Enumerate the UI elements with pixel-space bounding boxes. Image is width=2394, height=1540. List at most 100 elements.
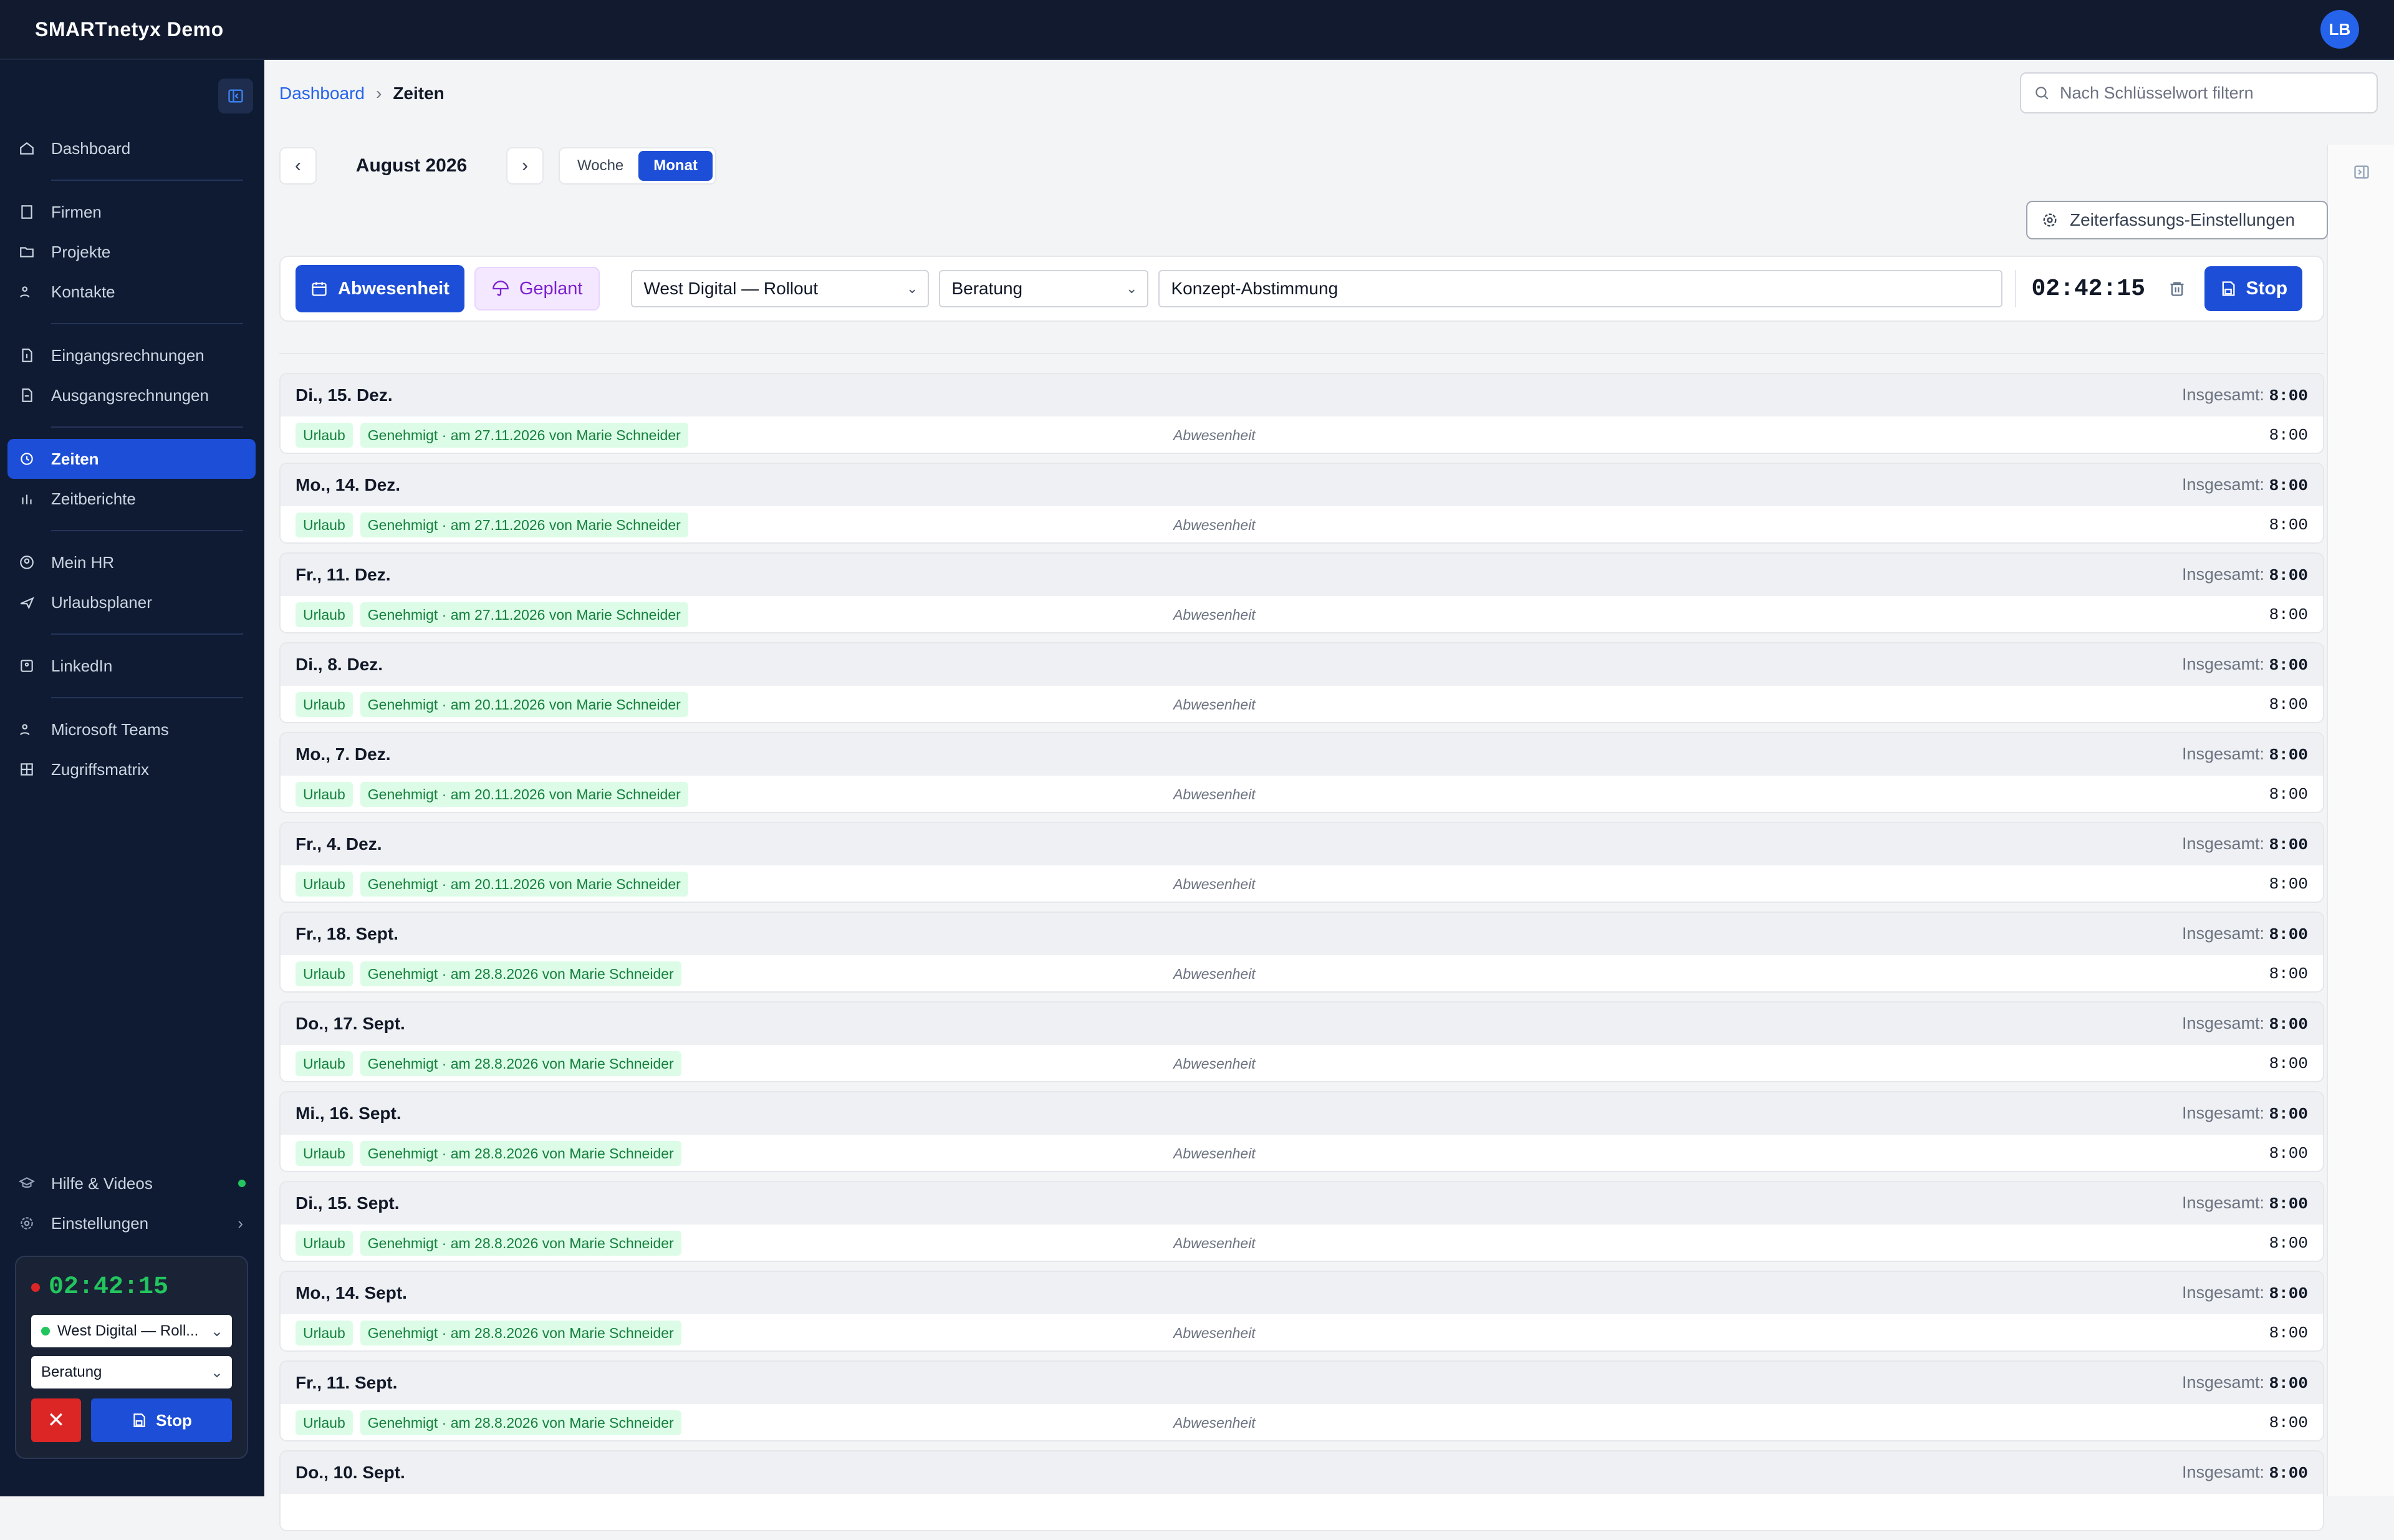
sidebar-item-help[interactable]: Hilfe & Videos (7, 1163, 256, 1203)
time-entry-row[interactable]: Urlaub Genehmigt · am 20.11.2026 von Mar… (281, 686, 2323, 722)
search-input[interactable]: Nach Schlüsselwort filtern (2020, 72, 2378, 113)
approval-status-badge: Genehmigt · am 20.11.2026 von Marie Schn… (360, 782, 688, 807)
view-week-button[interactable]: Woche (562, 151, 638, 181)
day-group: Mo., 14. Dez. Insgesamt: 8:00 Urlaub Gen… (279, 463, 2324, 544)
entry-kind: Abwesenheit (1173, 696, 1256, 713)
time-entry-row[interactable]: Urlaub Genehmigt · am 28.8.2026 von Mari… (281, 1135, 2323, 1171)
time-entry-row[interactable]: Urlaub Genehmigt · am 28.8.2026 von Mari… (281, 1404, 2323, 1440)
day-date: Mi., 16. Sept. (296, 1104, 401, 1123)
stop-button[interactable]: Stop (2204, 266, 2303, 311)
day-header: Do., 10. Sept. Insgesamt: 8:00 (281, 1451, 2323, 1494)
previous-period-button[interactable]: ‹ (279, 147, 317, 185)
entry-hours: 8:00 (2269, 1144, 2308, 1163)
activity-select[interactable]: Beratung ⌄ (939, 270, 1149, 307)
project-select-value: West Digital — Rollout (643, 279, 819, 298)
time-tracking-settings-button[interactable]: Zeiterfassungs-Einstellungen (2026, 201, 2328, 239)
day-group: Mo., 14. Sept. Insgesamt: 8:00 Urlaub Ge… (279, 1271, 2324, 1352)
sidebar-item-eingangsrechnungen[interactable]: Eingangsrechnungen (7, 335, 256, 375)
mini-cancel-button[interactable]: ✕ (31, 1398, 81, 1442)
sidebar-item-settings[interactable]: Einstellungen › (7, 1203, 256, 1243)
time-entry-row[interactable]: Urlaub Genehmigt · am 27.11.2026 von Mar… (281, 416, 2323, 453)
entry-type-badge: Urlaub (296, 1321, 353, 1345)
entry-hours: 8:00 (2269, 965, 2308, 983)
panel-expand-icon[interactable] (2353, 163, 2370, 185)
time-entry-row[interactable]: Urlaub Genehmigt · am 27.11.2026 von Mar… (281, 506, 2323, 542)
sidebar-item-label: Zugriffsmatrix (51, 759, 149, 779)
day-total-value: 8:00 (2269, 746, 2308, 764)
day-header: Do., 17. Sept. Insgesamt: 8:00 (281, 1003, 2323, 1045)
timer-display: 02:42:15 (2031, 275, 2145, 302)
approval-status-badge: Genehmigt · am 28.8.2026 von Marie Schne… (360, 1410, 681, 1435)
mini-project-select[interactable]: West Digital — Roll... ⌄ (31, 1315, 232, 1347)
sidebar-item-urlaubsplaner[interactable]: Urlaubsplaner (7, 582, 256, 622)
time-entry-row[interactable]: Urlaub Genehmigt · am 20.11.2026 von Mar… (281, 776, 2323, 812)
approval-status-badge: Genehmigt · am 20.11.2026 von Marie Schn… (360, 692, 688, 717)
chevron-left-icon: ‹ (295, 155, 301, 176)
time-entry-row[interactable]: Urlaub Genehmigt · am 28.8.2026 von Mari… (281, 1225, 2323, 1261)
day-header: Di., 15. Dez. Insgesamt: 8:00 (281, 374, 2323, 416)
absence-button[interactable]: Abwesenheit (296, 265, 464, 312)
day-total-label: Insgesamt: (2182, 924, 2265, 943)
calendar-icon (312, 282, 327, 296)
day-total: Insgesamt: 8:00 (2182, 385, 2308, 405)
time-entry-row[interactable]: Urlaub Genehmigt · am 28.8.2026 von Mari… (281, 955, 2323, 991)
plane-icon (17, 593, 36, 612)
sidebar-item-kontakte[interactable]: Kontakte (7, 272, 256, 312)
approval-status-badge: Genehmigt · am 28.8.2026 von Marie Schne… (360, 1231, 681, 1256)
description-input[interactable]: Konzept-Abstimmung (1158, 270, 2003, 307)
day-date: Fr., 18. Sept. (296, 924, 398, 943)
day-total-value: 8:00 (2269, 387, 2308, 405)
sidebar-item-firmen[interactable]: Firmen (7, 192, 256, 232)
sidebar-item-zeitberichte[interactable]: Zeitberichte (7, 479, 256, 519)
day-header: Fr., 11. Sept. Insgesamt: 8:00 (281, 1362, 2323, 1404)
chevron-right-icon: › (375, 84, 382, 103)
day-total-value: 8:00 (2269, 1284, 2308, 1303)
entry-hours: 8:00 (2269, 426, 2308, 445)
time-entry-row[interactable]: Urlaub Genehmigt · am 28.8.2026 von Mari… (281, 1045, 2323, 1081)
settings-button-label: Zeiterfassungs-Einstellungen (2070, 210, 2295, 229)
chevron-right-icon: › (522, 155, 528, 176)
discard-button[interactable] (2158, 270, 2196, 307)
entry-kind: Abwesenheit (1173, 786, 1256, 802)
invoice-in-icon (17, 346, 36, 365)
day-total-value: 8:00 (2269, 1374, 2308, 1393)
sidebar-item-mein-hr[interactable]: Mein HR (7, 542, 256, 582)
sidebar-item-zeiten[interactable]: Zeiten (7, 439, 256, 479)
sidebar-item-dashboard[interactable]: Dashboard (7, 128, 256, 168)
day-header: Fr., 18. Sept. Insgesamt: 8:00 (281, 913, 2323, 955)
day-date: Fr., 11. Dez. (296, 565, 391, 584)
time-entry-row[interactable]: Urlaub Genehmigt · am 20.11.2026 von Mar… (281, 865, 2323, 902)
day-total-label: Insgesamt: (2182, 1104, 2265, 1122)
planned-button[interactable]: Geplant (474, 267, 600, 310)
time-entry-row[interactable]: Urlaub Genehmigt · am 28.8.2026 von Mari… (281, 1314, 2323, 1350)
online-status-dot (238, 1180, 246, 1187)
mini-activity-select[interactable]: Beratung ⌄ (31, 1356, 232, 1388)
divider (279, 353, 2324, 354)
mini-stop-button[interactable]: Stop (91, 1398, 232, 1442)
entry-type-badge: Urlaub (296, 1051, 353, 1076)
sidebar-item-linkedin[interactable]: LinkedIn (7, 646, 256, 686)
chevron-down-icon: ⌄ (210, 1364, 223, 1381)
linkedin-icon (17, 657, 36, 675)
user-avatar[interactable]: LB (2320, 10, 2359, 49)
breadcrumb-dashboard-link[interactable]: Dashboard (279, 84, 365, 103)
sidebar-item-zugriffsmatrix[interactable]: Zugriffsmatrix (7, 749, 256, 789)
next-period-button[interactable]: › (506, 147, 544, 185)
time-entry-row[interactable]: Urlaub Genehmigt · am 27.11.2026 von Mar… (281, 596, 2323, 632)
view-month-button[interactable]: Monat (638, 151, 713, 181)
entry-type-badge: Urlaub (296, 692, 353, 717)
folder-icon (17, 243, 36, 261)
day-header: Mo., 14. Dez. Insgesamt: 8:00 (281, 464, 2323, 506)
day-total: Insgesamt: 8:00 (2182, 1014, 2308, 1034)
day-group: Mi., 16. Sept. Insgesamt: 8:00 Urlaub Ge… (279, 1091, 2324, 1172)
breadcrumb-current: Zeiten (393, 84, 445, 103)
save-icon (2223, 281, 2235, 296)
entry-hours: 8:00 (2269, 1234, 2308, 1253)
project-select[interactable]: West Digital — Rollout ⌄ (631, 270, 930, 307)
nav-separator (51, 530, 243, 531)
sidebar-collapse-button[interactable] (218, 79, 253, 113)
sidebar-item-label: Mein HR (51, 552, 115, 572)
sidebar-item-microsoft-teams[interactable]: Microsoft Teams (7, 710, 256, 749)
sidebar-item-projekte[interactable]: Projekte (7, 232, 256, 272)
sidebar-item-ausgangsrechnungen[interactable]: Ausgangsrechnungen (7, 375, 256, 415)
